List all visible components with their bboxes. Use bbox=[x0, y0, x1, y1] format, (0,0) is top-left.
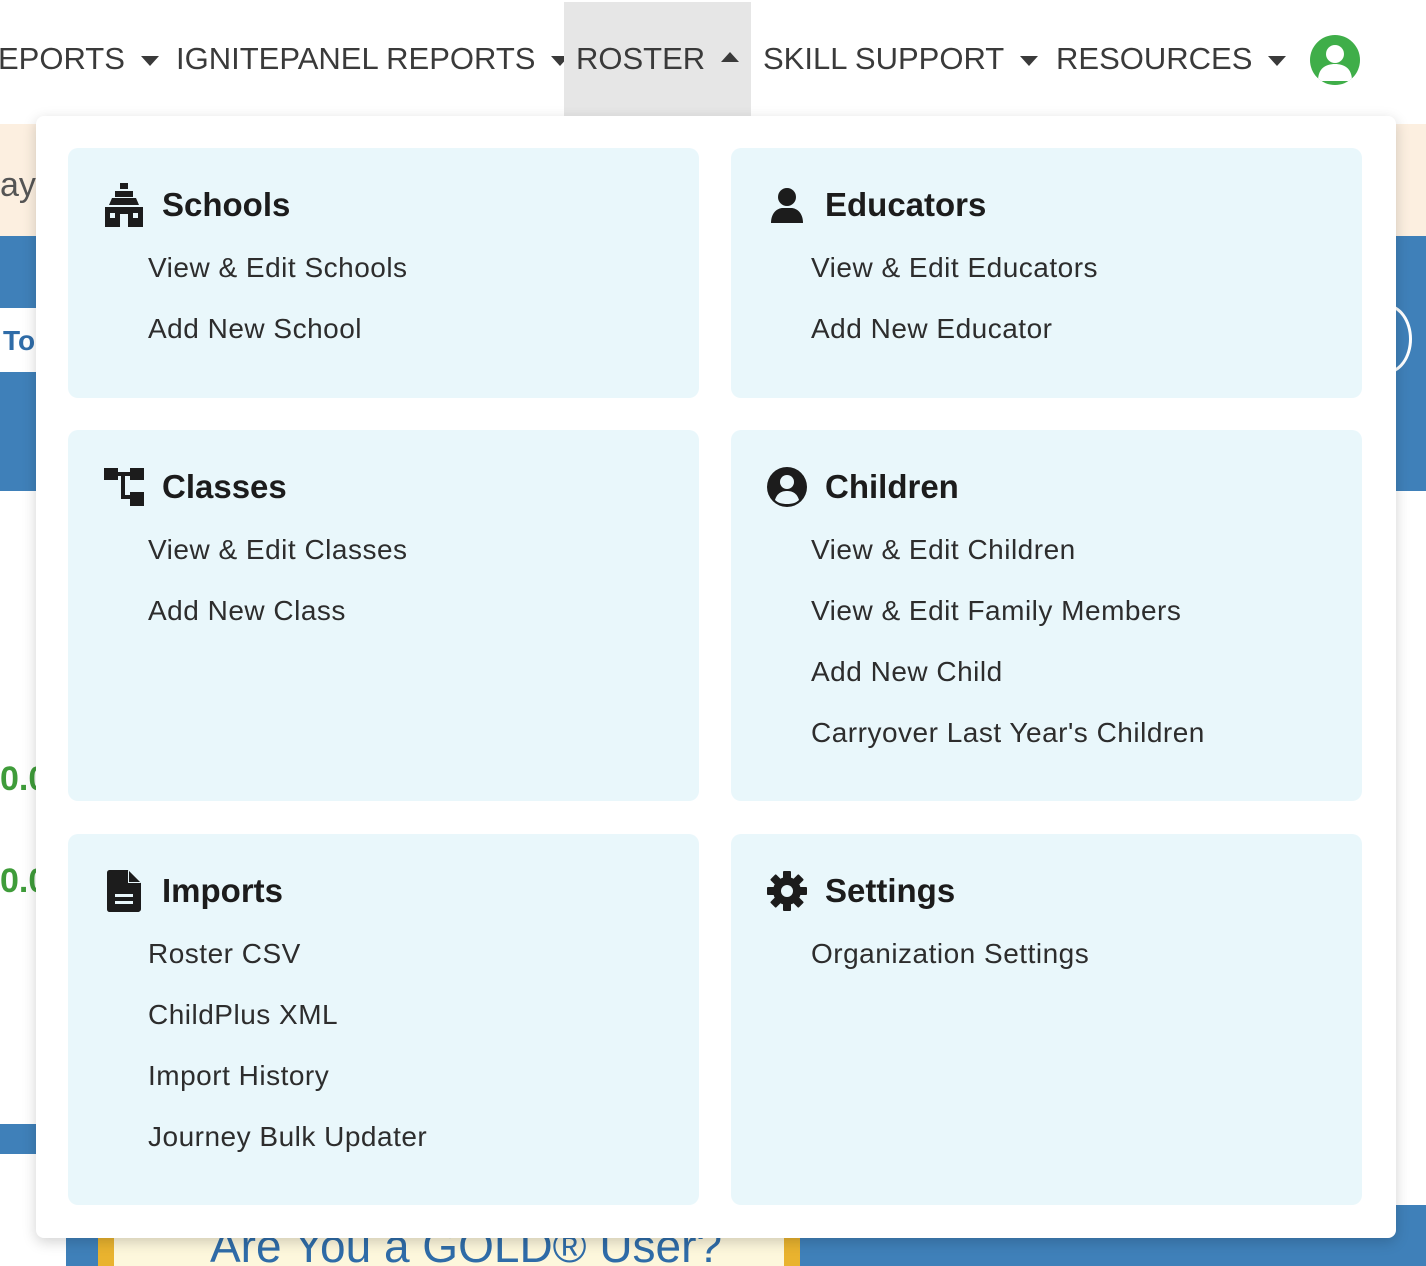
children-title: Children bbox=[825, 468, 959, 505]
settings-header: Settings bbox=[765, 870, 955, 912]
classes-title: Classes bbox=[162, 468, 287, 505]
roster-dropdown-menu: Schools View & Edit Schools Add New Scho… bbox=[36, 116, 1396, 1238]
link-journey-bulk-updater[interactable]: Journey Bulk Updater bbox=[148, 1121, 427, 1182]
nav-ignitepanel-reports[interactable]: IGNITEPANEL REPORTS bbox=[176, 2, 570, 116]
school-icon bbox=[102, 183, 146, 227]
classes-header: Classes bbox=[102, 466, 287, 508]
nav-resources[interactable]: RESOURCES bbox=[1056, 2, 1287, 116]
classes-card: Classes View & Edit Classes Add New Clas… bbox=[68, 430, 699, 801]
settings-title: Settings bbox=[825, 872, 956, 909]
educators-title: Educators bbox=[825, 186, 987, 223]
nav-ignitepanel-reports-label: IGNITEPANEL REPORTS bbox=[176, 41, 536, 76]
caret-down-icon bbox=[1020, 56, 1039, 66]
link-view-edit-educators[interactable]: View & Edit Educators bbox=[811, 252, 1098, 313]
imports-card: Imports Roster CSV ChildPlus XML Import … bbox=[68, 834, 699, 1205]
nav-roster-label: ROSTER bbox=[576, 41, 706, 76]
imports-links: Roster CSV ChildPlus XML Import History … bbox=[148, 938, 427, 1182]
caret-up-icon bbox=[721, 52, 740, 62]
imports-header: Imports bbox=[102, 870, 283, 912]
children-header: Children bbox=[765, 466, 959, 508]
link-childplus-xml[interactable]: ChildPlus XML bbox=[148, 999, 427, 1060]
link-add-new-class[interactable]: Add New Class bbox=[148, 595, 408, 656]
gear-icon bbox=[765, 869, 809, 913]
settings-card: Settings Organization Settings bbox=[731, 834, 1362, 1205]
nav-resources-label: RESOURCES bbox=[1056, 41, 1253, 76]
link-view-edit-children[interactable]: View & Edit Children bbox=[811, 534, 1205, 595]
sitemap-icon bbox=[102, 465, 146, 509]
educators-card: Educators View & Edit Educators Add New … bbox=[731, 148, 1362, 398]
link-view-edit-schools[interactable]: View & Edit Schools bbox=[148, 252, 408, 313]
children-links: View & Edit Children View & Edit Family … bbox=[811, 534, 1205, 778]
nav-skill-support-label: SKILL SUPPORT bbox=[763, 41, 1005, 76]
link-carryover-children[interactable]: Carryover Last Year's Children bbox=[811, 717, 1205, 778]
schools-header: Schools bbox=[102, 183, 291, 227]
settings-links: Organization Settings bbox=[811, 938, 1089, 999]
nav-reports[interactable]: EPORTS bbox=[0, 2, 159, 116]
nav-reports-label: EPORTS bbox=[0, 41, 125, 76]
user-avatar[interactable] bbox=[1310, 35, 1360, 85]
schools-links: View & Edit Schools Add New School bbox=[148, 252, 408, 374]
link-add-new-child[interactable]: Add New Child bbox=[811, 656, 1205, 717]
top-nav: EPORTS IGNITEPANEL REPORTS ROSTER SKILL … bbox=[0, 0, 1426, 118]
page-blue-strip bbox=[0, 1124, 40, 1154]
link-view-edit-family-members[interactable]: View & Edit Family Members bbox=[811, 595, 1205, 656]
children-card: Children View & Edit Children View & Edi… bbox=[731, 430, 1362, 801]
link-roster-csv[interactable]: Roster CSV bbox=[148, 938, 427, 999]
imports-title: Imports bbox=[162, 872, 284, 909]
file-icon bbox=[102, 869, 146, 913]
caret-down-icon bbox=[140, 56, 159, 66]
classes-links: View & Edit Classes Add New Class bbox=[148, 534, 408, 656]
link-add-new-school[interactable]: Add New School bbox=[148, 313, 408, 374]
user-icon bbox=[765, 183, 809, 227]
schools-card: Schools View & Edit Schools Add New Scho… bbox=[68, 148, 699, 398]
nav-roster[interactable]: ROSTER bbox=[564, 2, 751, 116]
caret-down-icon bbox=[1268, 56, 1287, 66]
nav-skill-support[interactable]: SKILL SUPPORT bbox=[763, 2, 1039, 116]
page-partial-button[interactable]: To bbox=[0, 308, 40, 372]
link-import-history[interactable]: Import History bbox=[148, 1060, 427, 1121]
link-view-edit-classes[interactable]: View & Edit Classes bbox=[148, 534, 408, 595]
link-add-new-educator[interactable]: Add New Educator bbox=[811, 313, 1098, 374]
link-organization-settings[interactable]: Organization Settings bbox=[811, 938, 1089, 999]
user-avatar-icon bbox=[1318, 45, 1352, 81]
user-circle-icon bbox=[765, 465, 809, 509]
schools-title: Schools bbox=[162, 186, 291, 223]
educators-header: Educators bbox=[765, 184, 986, 226]
educators-links: View & Edit Educators Add New Educator bbox=[811, 252, 1098, 374]
